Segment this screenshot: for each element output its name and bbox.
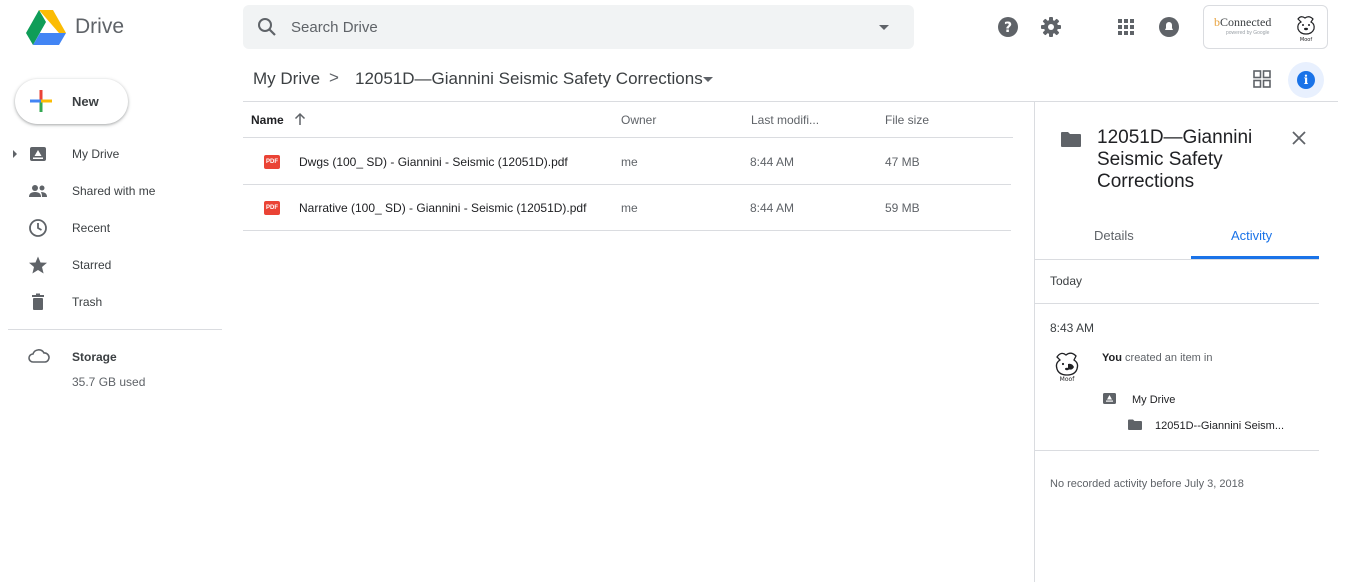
close-icon[interactable] bbox=[1291, 130, 1307, 146]
sidebar-item-label: Trash bbox=[72, 295, 103, 309]
activity-divider bbox=[1035, 303, 1319, 304]
my-drive-icon bbox=[30, 147, 46, 161]
file-name[interactable]: Dwgs (100_ SD) - Giannini - Seismic (120… bbox=[299, 155, 568, 169]
pdf-file-icon: PDF bbox=[264, 201, 280, 215]
column-header-owner[interactable]: Owner bbox=[621, 113, 656, 127]
tab-details[interactable]: Details bbox=[1094, 228, 1134, 243]
settings-gear-icon[interactable] bbox=[1039, 15, 1063, 39]
sidebar-item-my-drive[interactable]: My Drive bbox=[0, 138, 222, 170]
help-icon[interactable]: ? bbox=[996, 15, 1020, 39]
no-recorded-activity-text: No recorded activity before July 3, 2018 bbox=[1050, 478, 1244, 490]
file-modified: 8:44 AM bbox=[750, 201, 795, 215]
pdf-file-icon: PDF bbox=[264, 155, 280, 169]
sidebar-item-label: Recent bbox=[72, 221, 111, 235]
top-bar: Drive ? bConnected pow bbox=[0, 0, 1352, 56]
apps-grid-icon[interactable] bbox=[1114, 15, 1138, 39]
sidebar-divider bbox=[8, 329, 222, 330]
sort-ascending-arrow-icon[interactable] bbox=[293, 112, 307, 126]
new-button[interactable]: New bbox=[15, 79, 128, 124]
sidebar-item-label: Starred bbox=[72, 258, 112, 272]
file-name[interactable]: Narrative (100_ SD) - Giannini - Seismic… bbox=[299, 201, 586, 215]
tab-activity[interactable]: Activity bbox=[1231, 228, 1272, 243]
activity-day-label: Today bbox=[1050, 274, 1083, 288]
clock-icon bbox=[29, 219, 47, 237]
activity-location-folder[interactable]: 12051D--Giannini Seism... bbox=[1155, 420, 1284, 432]
activity-location-root[interactable]: My Drive bbox=[1132, 394, 1175, 406]
breadcrumb-current-folder[interactable]: 12051D—Giannini Seismic Safety Correctio… bbox=[355, 69, 703, 89]
svg-text:?: ? bbox=[1004, 20, 1012, 36]
svg-text:Moof: Moof bbox=[1300, 37, 1312, 43]
notifications-icon[interactable] bbox=[1157, 15, 1181, 39]
details-panel: 12051D—Giannini Seismic Safety Correctio… bbox=[1034, 102, 1352, 582]
sidebar-item-trash[interactable]: Trash bbox=[0, 286, 222, 318]
storage-label[interactable]: Storage bbox=[72, 350, 117, 364]
my-drive-icon bbox=[1103, 393, 1116, 404]
file-modified: 8:44 AM bbox=[750, 155, 795, 169]
activity-divider bbox=[1035, 450, 1319, 451]
sidebar-item-shared-with-me[interactable]: Shared with me bbox=[0, 175, 222, 207]
column-header-file-size[interactable]: File size bbox=[885, 113, 929, 127]
storage-used-text: 35.7 GB used bbox=[72, 375, 146, 389]
org-brand: bConnected bbox=[1214, 15, 1272, 29]
app-name[interactable]: Drive bbox=[75, 15, 124, 39]
search-bar[interactable] bbox=[243, 5, 914, 49]
column-header-last-modified[interactable]: Last modifi... bbox=[751, 113, 819, 127]
search-options-icon[interactable] bbox=[879, 25, 889, 30]
new-button-label: New bbox=[72, 94, 99, 109]
file-owner: me bbox=[621, 201, 638, 215]
expand-arrow-icon[interactable] bbox=[13, 150, 17, 158]
column-header-name[interactable]: Name bbox=[251, 113, 284, 127]
activity-time: 8:43 AM bbox=[1050, 321, 1095, 335]
breadcrumb-my-drive[interactable]: My Drive bbox=[253, 69, 320, 89]
file-size: 59 MB bbox=[885, 201, 920, 215]
info-icon: i bbox=[1297, 71, 1315, 89]
sidebar-item-label: Shared with me bbox=[72, 184, 156, 198]
file-owner: me bbox=[621, 155, 638, 169]
plus-icon bbox=[30, 90, 52, 112]
people-icon bbox=[29, 185, 47, 197]
search-icon[interactable] bbox=[257, 17, 277, 37]
file-table-header: Name Owner Last modifi... File size bbox=[243, 102, 1013, 138]
powered-by-label: powered by Google bbox=[1226, 30, 1270, 36]
trash-icon bbox=[32, 293, 44, 310]
activity-description: You created an item in bbox=[1102, 352, 1212, 364]
tab-divider bbox=[1035, 259, 1319, 260]
activity-avatar-dog-icon: Moof bbox=[1055, 352, 1079, 383]
account-switcher[interactable]: bConnected powered by Google Moof bbox=[1203, 5, 1328, 49]
breadcrumb-separator-icon: > bbox=[329, 68, 339, 87]
file-size: 47 MB bbox=[885, 155, 920, 169]
table-row[interactable]: PDF Dwgs (100_ SD) - Giannini - Seismic … bbox=[243, 139, 1011, 185]
star-icon bbox=[29, 256, 47, 274]
grid-view-icon[interactable] bbox=[1252, 69, 1272, 89]
search-input[interactable] bbox=[291, 15, 851, 39]
panel-title: 12051D—Giannini Seismic Safety Correctio… bbox=[1097, 127, 1253, 192]
svg-text:Moof: Moof bbox=[1060, 376, 1076, 383]
avatar-dog-icon[interactable]: Moof bbox=[1292, 13, 1320, 43]
sidebar-item-starred[interactable]: Starred bbox=[0, 249, 222, 281]
folder-icon bbox=[1061, 132, 1081, 147]
drive-logo-icon[interactable] bbox=[26, 10, 66, 46]
sidebar-item-recent[interactable]: Recent bbox=[0, 212, 222, 244]
activity-actor: You bbox=[1102, 352, 1122, 364]
cloud-icon bbox=[28, 349, 50, 363]
activity-action: created an item in bbox=[1121, 352, 1213, 364]
folder-menu-caret-icon[interactable] bbox=[703, 77, 713, 82]
table-row[interactable]: PDF Narrative (100_ SD) - Giannini - Sei… bbox=[243, 185, 1011, 231]
sidebar-item-label: My Drive bbox=[72, 147, 120, 161]
folder-icon bbox=[1128, 419, 1142, 430]
details-info-button[interactable]: i bbox=[1288, 62, 1324, 98]
